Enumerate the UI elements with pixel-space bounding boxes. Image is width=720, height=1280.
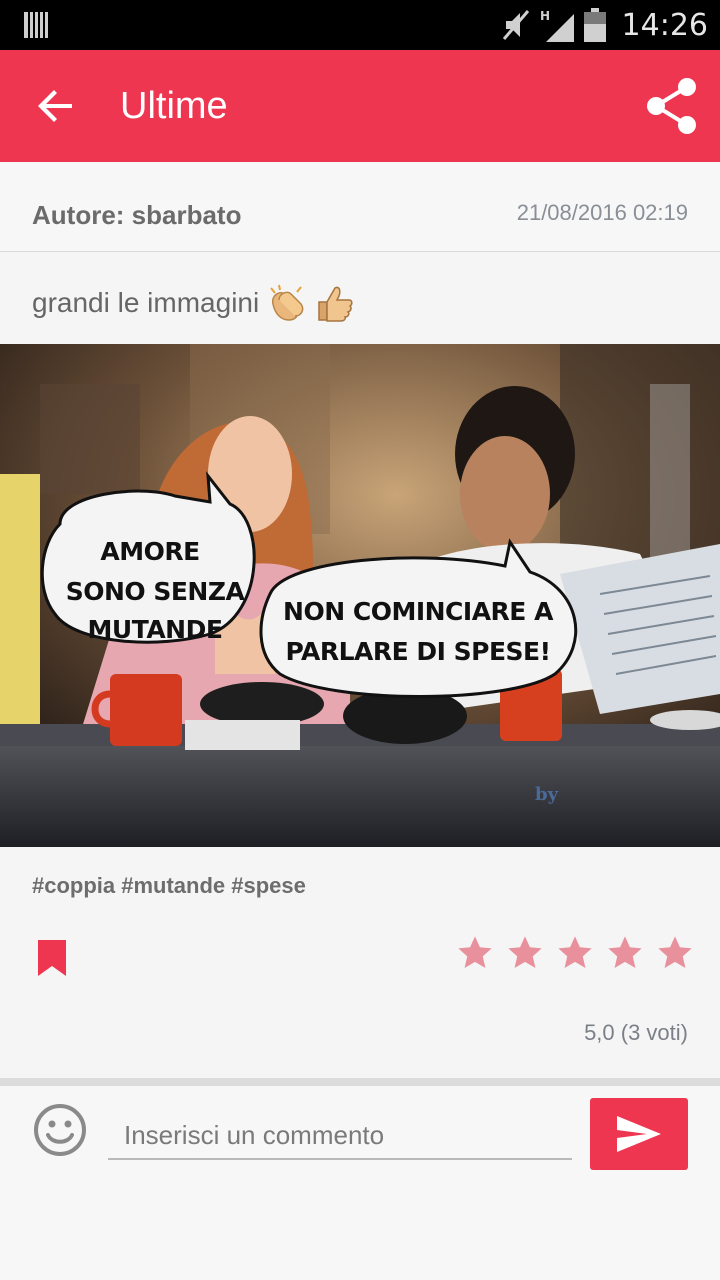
mute-icon bbox=[502, 10, 529, 40]
clock: 14:26 bbox=[621, 7, 708, 43]
bubble-left-line3: MUTANDE bbox=[88, 615, 223, 644]
bubble-left-line1: AMORE bbox=[100, 537, 199, 566]
share-button[interactable] bbox=[638, 72, 706, 140]
signal-icon: H bbox=[540, 9, 574, 42]
bookmark-icon[interactable] bbox=[36, 938, 68, 978]
post-image[interactable]: AMORE SONO SENZA MUTANDE NON COMINCIARE … bbox=[0, 344, 720, 847]
thumbs-up-icon bbox=[318, 286, 353, 322]
clapping-hands-icon bbox=[270, 284, 304, 321]
bubble-right-line1: NON COMINCIARE A bbox=[283, 597, 554, 626]
back-button[interactable] bbox=[26, 76, 86, 136]
post-hashtags[interactable]: #coppia #mutande #spese bbox=[32, 873, 306, 899]
post-header: Autore: sbarbato 21/08/2016 02:19 bbox=[0, 162, 720, 252]
page-title: Ultime bbox=[120, 85, 228, 127]
star-icon[interactable] bbox=[656, 934, 694, 972]
battery-icon bbox=[583, 8, 606, 42]
app-bar: Ultime bbox=[0, 50, 720, 162]
share-icon bbox=[647, 78, 696, 134]
comment-bar bbox=[0, 1086, 720, 1280]
star-icon[interactable] bbox=[456, 934, 494, 972]
star-icon[interactable] bbox=[506, 934, 544, 972]
star-icon[interactable] bbox=[556, 934, 594, 972]
divider bbox=[0, 1078, 720, 1086]
bubble-left-line2: SONO SENZA bbox=[66, 577, 246, 606]
network-type-label: H bbox=[540, 9, 550, 23]
send-button[interactable] bbox=[590, 1098, 688, 1170]
bubble-right-line2: PARLARE DI SPESE! bbox=[285, 637, 550, 666]
arrow-back-icon bbox=[38, 90, 72, 122]
post-date: 21/08/2016 02:19 bbox=[516, 200, 688, 225]
meme-picture: AMORE SONO SENZA MUTANDE NON COMINCIARE … bbox=[0, 344, 720, 847]
sim-icon bbox=[24, 12, 48, 38]
post-body: grandi le immagini bbox=[32, 284, 353, 322]
smiley-icon[interactable] bbox=[32, 1102, 88, 1158]
status-bar: H 14:26 bbox=[0, 0, 720, 50]
post-author[interactable]: Autore: sbarbato bbox=[32, 200, 241, 231]
rating-stars[interactable] bbox=[456, 934, 694, 972]
send-icon bbox=[617, 1116, 661, 1152]
star-icon[interactable] bbox=[606, 934, 644, 972]
comment-input[interactable] bbox=[108, 1112, 572, 1160]
post-text: grandi le immagini bbox=[32, 287, 260, 318]
rating-summary: 5,0 (3 voti) bbox=[584, 1020, 688, 1045]
image-watermark: by bbox=[535, 784, 559, 805]
